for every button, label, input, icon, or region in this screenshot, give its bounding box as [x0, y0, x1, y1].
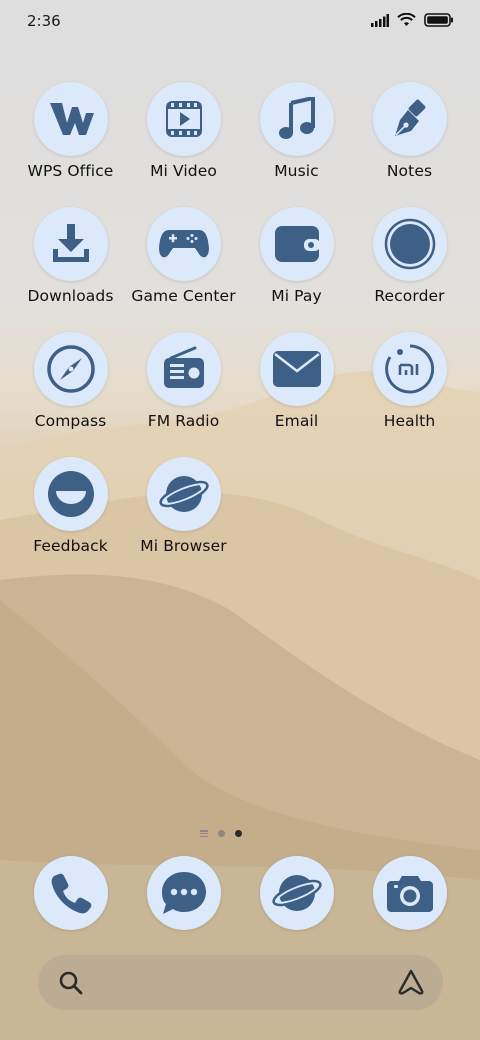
- camera-icon[interactable]: [372, 856, 447, 930]
- app-game-center[interactable]: Game Center: [127, 207, 240, 305]
- clock: 2:36: [27, 12, 61, 30]
- app-wps-office[interactable]: WPS Office: [14, 82, 127, 180]
- app-label: Mi Video: [150, 162, 217, 180]
- page-dot-active[interactable]: [235, 830, 242, 837]
- app-label: Email: [274, 412, 319, 430]
- chat-bubble-icon[interactable]: [146, 856, 221, 930]
- wallet-icon[interactable]: [259, 207, 334, 281]
- app-label: Mi Browser: [140, 537, 227, 555]
- assistant-icon[interactable]: [397, 969, 425, 995]
- app-health[interactable]: Health: [353, 332, 466, 430]
- planet-icon[interactable]: [259, 856, 334, 930]
- app-email[interactable]: Email: [240, 332, 353, 430]
- app-label: FM Radio: [147, 412, 220, 430]
- dock-camera[interactable]: [353, 856, 466, 930]
- menu-lines-icon: [200, 830, 208, 837]
- app-feedback[interactable]: Feedback: [14, 457, 127, 555]
- app-fm-radio[interactable]: FM Radio: [127, 332, 240, 430]
- app-label: Recorder: [374, 287, 445, 305]
- app-music[interactable]: Music: [240, 82, 353, 180]
- app-label: Downloads: [27, 287, 114, 305]
- pen-icon[interactable]: [372, 82, 447, 156]
- search-icon[interactable]: [58, 970, 84, 996]
- search-bar[interactable]: [38, 955, 443, 1010]
- page-indicator: [200, 830, 242, 837]
- app-label: Mi Pay: [271, 287, 322, 305]
- signal-icon: [371, 13, 389, 27]
- battery-icon: [424, 13, 453, 27]
- app-label: WPS Office: [27, 162, 114, 180]
- dock-messages[interactable]: [127, 856, 240, 930]
- dock-phone[interactable]: [14, 856, 127, 930]
- page-dot[interactable]: [218, 830, 225, 837]
- envelope-icon[interactable]: [259, 332, 334, 406]
- app-label: Music: [274, 162, 319, 180]
- music-note-icon[interactable]: [259, 82, 334, 156]
- app-label: Feedback: [33, 537, 108, 555]
- download-icon[interactable]: [33, 207, 108, 281]
- app-notes[interactable]: Notes: [353, 82, 466, 180]
- app-recorder[interactable]: Recorder: [353, 207, 466, 305]
- wps-office-icon[interactable]: [33, 82, 108, 156]
- app-label: Health: [383, 412, 436, 430]
- app-compass[interactable]: Compass: [14, 332, 127, 430]
- phone-icon[interactable]: [33, 856, 108, 930]
- health-icon[interactable]: [372, 332, 447, 406]
- compass-icon[interactable]: [33, 332, 108, 406]
- radio-icon[interactable]: [146, 332, 221, 406]
- app-mi-video[interactable]: Mi Video: [127, 82, 240, 180]
- app-mi-browser[interactable]: Mi Browser: [127, 457, 240, 555]
- app-mi-pay[interactable]: Mi Pay: [240, 207, 353, 305]
- app-label: Compass: [34, 412, 107, 430]
- video-icon[interactable]: [146, 82, 221, 156]
- planet-icon[interactable]: [146, 457, 221, 531]
- app-label: Notes: [386, 162, 433, 180]
- wifi-icon: [397, 13, 416, 26]
- app-label: Game Center: [131, 287, 236, 305]
- smile-icon[interactable]: [33, 457, 108, 531]
- gamepad-icon[interactable]: [146, 207, 221, 281]
- status-bar: 2:36: [0, 0, 480, 44]
- app-downloads[interactable]: Downloads: [14, 207, 127, 305]
- record-circle-icon[interactable]: [372, 207, 447, 281]
- dock-browser[interactable]: [240, 856, 353, 930]
